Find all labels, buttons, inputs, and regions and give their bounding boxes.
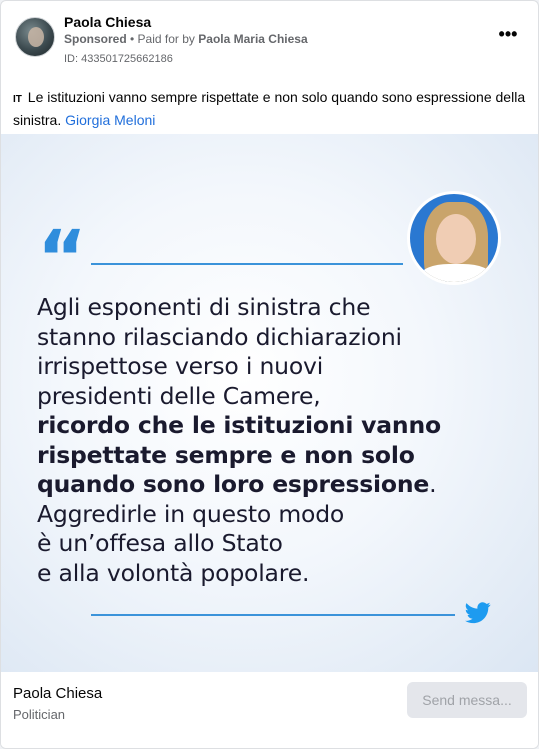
quote-line-bold: ricordo che le istituzioni vanno <box>37 411 441 439</box>
page-avatar[interactable] <box>15 17 55 57</box>
quote-mark-icon: “ <box>37 220 87 280</box>
quote-line: Aggredirle in questo modo <box>37 499 345 528</box>
portrait-photo <box>407 191 501 285</box>
more-options-icon[interactable]: ••• <box>496 25 520 47</box>
quote-period: . <box>429 470 437 498</box>
post-caption: IT Le istituzioni vanno sempre rispettat… <box>13 87 528 130</box>
language-flag: IT <box>13 94 22 105</box>
footer-category: Politician <box>13 707 66 722</box>
meta-separator: • <box>126 32 138 46</box>
ad-creative-image[interactable]: “ Agli esponenti di sinistra che stanno … <box>1 134 538 672</box>
portrait-face <box>436 214 476 264</box>
top-divider <box>91 263 403 265</box>
caption-mention-link[interactable]: Giorgia Meloni <box>65 112 155 128</box>
ad-id: ID: 433501725662186 <box>64 53 173 65</box>
sponsored-label[interactable]: Sponsored <box>64 32 127 46</box>
post-footer: Paola Chiesa Politician Send messa... <box>1 672 538 748</box>
page-name-link[interactable]: Paola Chiesa <box>64 14 151 30</box>
sponsored-post-card: Paola Chiesa Sponsored • Paid for by Pao… <box>0 0 539 749</box>
quote-line-bold: rispettate sempre e non solo <box>37 440 415 469</box>
quote-line: presidenti delle Camere, <box>37 381 321 410</box>
quote-line-bold: quando sono loro espressione <box>37 470 430 498</box>
post-header: Paola Chiesa Sponsored • Paid for by Pao… <box>13 13 528 69</box>
quote-line: è un’offesa allo Stato <box>37 529 283 557</box>
quote-line-mixed: quando sono loro espressione. <box>37 470 467 500</box>
quote-line: stanno rilasciando dichiarazioni <box>37 322 402 351</box>
footer-page-name[interactable]: Paola Chiesa <box>13 685 102 702</box>
bottom-divider <box>91 614 455 616</box>
paid-for-text: Paid for by <box>137 32 195 46</box>
send-message-button[interactable]: Send messa... <box>407 682 527 718</box>
quote-line: Agli esponenti di sinistra che <box>37 293 371 321</box>
twitter-bird-icon <box>465 602 491 624</box>
avatar-face <box>28 27 44 47</box>
sponsored-meta: Sponsored • Paid for by Paola Maria Chie… <box>64 32 308 46</box>
payer-name: Paola Maria Chiesa <box>198 32 308 46</box>
quote-line: irrispettose verso i nuovi <box>37 352 324 380</box>
quote-text: Agli esponenti di sinistra che stanno ri… <box>37 293 467 588</box>
quote-line: e alla volontà popolare. <box>37 558 310 587</box>
portrait-shirt <box>420 264 492 282</box>
